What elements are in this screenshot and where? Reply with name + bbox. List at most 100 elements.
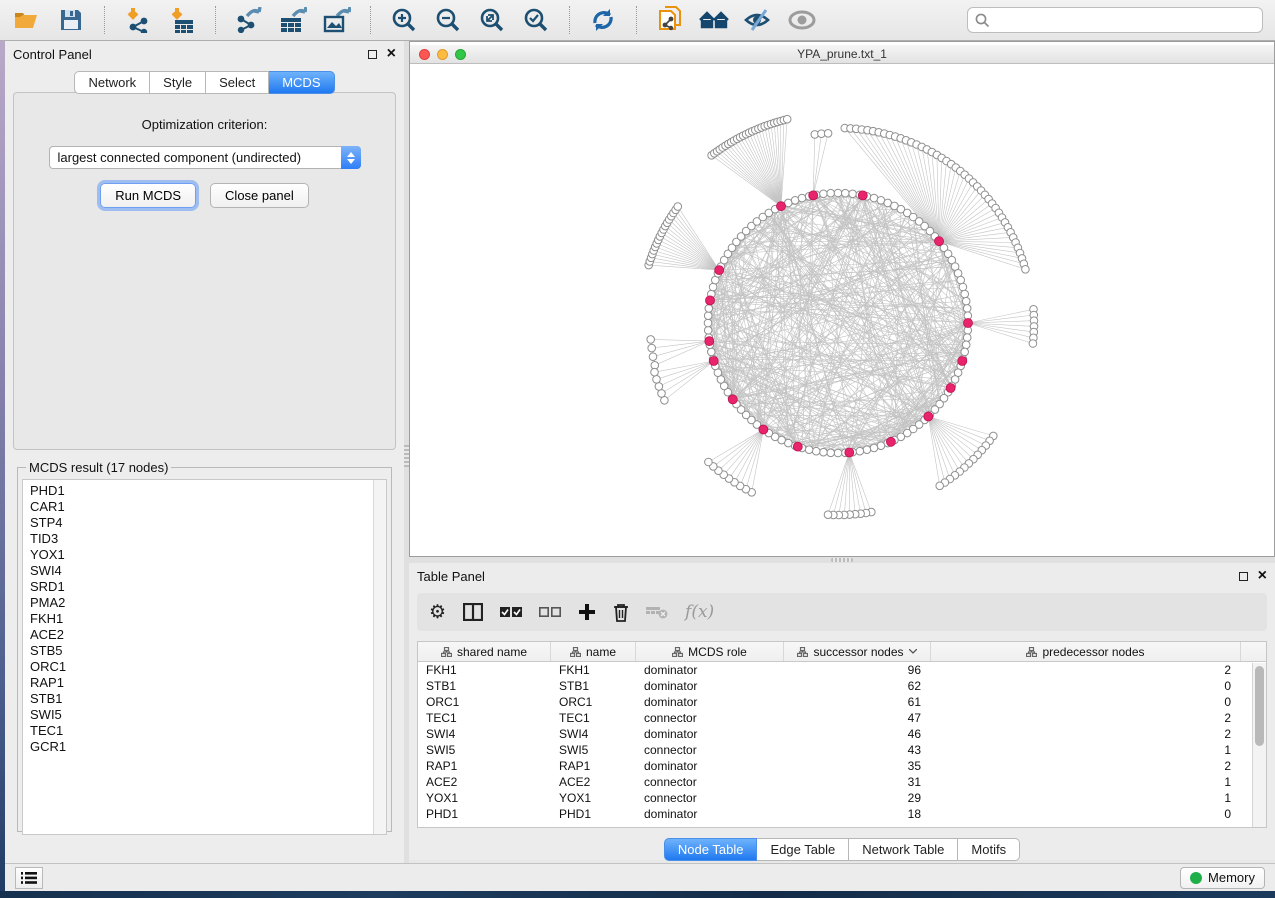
task-history-button[interactable] xyxy=(15,867,43,889)
table-cell[interactable]: YOX1 xyxy=(551,791,636,805)
delete-column-icon[interactable] xyxy=(613,603,629,622)
table-cell[interactable]: 0 xyxy=(931,807,1241,821)
table-cell[interactable]: YOX1 xyxy=(418,791,551,805)
table-row[interactable]: FKH1FKH1dominator962 xyxy=(418,662,1266,678)
mcds-result-list[interactable]: PHD1CAR1STP4TID3YOX1SWI4SRD1PMA2FKH1ACE2… xyxy=(22,479,387,835)
clone-network-icon[interactable] xyxy=(655,5,685,35)
table-cell[interactable]: dominator xyxy=(636,727,784,741)
table-scrollbar[interactable] xyxy=(1252,663,1266,827)
table-cell[interactable]: SWI5 xyxy=(551,743,636,757)
add-column-icon[interactable] xyxy=(578,603,596,621)
tab-edge-table[interactable]: Edge Table xyxy=(757,838,849,861)
table-cell[interactable]: SWI5 xyxy=(418,743,551,757)
mcds-result-item[interactable]: YOX1 xyxy=(30,547,386,563)
table-row[interactable]: YOX1YOX1connector291 xyxy=(418,790,1266,806)
table-cell[interactable]: 2 xyxy=(931,663,1241,677)
table-cell[interactable]: SWI4 xyxy=(418,727,551,741)
mcds-result-item[interactable]: SRD1 xyxy=(30,579,386,595)
column-header-successor-nodes[interactable]: successor nodes xyxy=(784,642,931,661)
column-header-MCDS-role[interactable]: MCDS role xyxy=(636,642,784,661)
table-cell[interactable]: dominator xyxy=(636,807,784,821)
table-cell[interactable]: dominator xyxy=(636,679,784,693)
mcds-result-item[interactable]: RAP1 xyxy=(30,675,386,691)
table-cell[interactable]: STB1 xyxy=(551,679,636,693)
table-cell[interactable]: connector xyxy=(636,743,784,757)
close-panel-icon[interactable]: × xyxy=(387,46,396,62)
table-cell[interactable]: ORC1 xyxy=(418,695,551,709)
table-cell[interactable]: FKH1 xyxy=(551,663,636,677)
import-network-icon[interactable] xyxy=(123,5,153,35)
tab-node-table[interactable]: Node Table xyxy=(664,838,758,861)
table-cell[interactable]: ACE2 xyxy=(418,775,551,789)
zoom-in-icon[interactable] xyxy=(389,5,419,35)
memory-button[interactable]: Memory xyxy=(1180,867,1265,889)
table-cell[interactable]: PHD1 xyxy=(551,807,636,821)
mcds-result-item[interactable]: ORC1 xyxy=(30,659,386,675)
mcds-result-item[interactable]: FKH1 xyxy=(30,611,386,627)
table-row[interactable]: RAP1RAP1dominator352 xyxy=(418,758,1266,774)
table-cell[interactable]: 47 xyxy=(784,711,931,725)
table-cell[interactable]: 0 xyxy=(931,679,1241,693)
mcds-result-item[interactable]: PMA2 xyxy=(30,595,386,611)
mcds-result-item[interactable]: TID3 xyxy=(30,531,386,547)
tab-style[interactable]: Style xyxy=(150,71,206,94)
table-cell[interactable]: 2 xyxy=(931,711,1241,725)
close-panel-icon[interactable]: × xyxy=(1258,568,1267,584)
mcds-result-item[interactable]: PHD1 xyxy=(30,483,386,499)
table-cell[interactable]: 62 xyxy=(784,679,931,693)
table-cell[interactable]: ORC1 xyxy=(551,695,636,709)
table-cell[interactable]: FKH1 xyxy=(418,663,551,677)
table-cell[interactable]: dominator xyxy=(636,695,784,709)
refresh-layout-icon[interactable] xyxy=(588,5,618,35)
table-cell[interactable]: 43 xyxy=(784,743,931,757)
table-row[interactable]: TEC1TEC1connector472 xyxy=(418,710,1266,726)
table-cell[interactable]: 1 xyxy=(931,791,1241,805)
table-cell[interactable]: dominator xyxy=(636,759,784,773)
column-icon[interactable] xyxy=(463,603,483,621)
table-cell[interactable]: 0 xyxy=(931,695,1241,709)
search-box[interactable] xyxy=(967,7,1263,33)
table-cell[interactable]: ACE2 xyxy=(551,775,636,789)
mcds-result-item[interactable]: STB5 xyxy=(30,643,386,659)
float-panel-icon[interactable] xyxy=(368,50,377,59)
table-cell[interactable]: RAP1 xyxy=(418,759,551,773)
search-input[interactable] xyxy=(995,13,1255,28)
run-mcds-button[interactable]: Run MCDS xyxy=(100,183,196,208)
network-manager-icon[interactable] xyxy=(699,5,729,35)
table-cell[interactable]: 31 xyxy=(784,775,931,789)
mcds-result-item[interactable]: STB1 xyxy=(30,691,386,707)
table-row[interactable]: ORC1ORC1dominator610 xyxy=(418,694,1266,710)
birdseye-view-icon[interactable] xyxy=(787,5,817,35)
save-session-icon[interactable] xyxy=(56,5,86,35)
export-table-icon[interactable] xyxy=(278,5,308,35)
table-cell[interactable]: TEC1 xyxy=(418,711,551,725)
tab-mcds[interactable]: MCDS xyxy=(269,71,334,94)
mcds-result-item[interactable]: SWI5 xyxy=(30,707,386,723)
close-panel-button[interactable]: Close panel xyxy=(210,183,309,208)
mcds-result-item[interactable]: CAR1 xyxy=(30,499,386,515)
column-header-predecessor-nodes[interactable]: predecessor nodes xyxy=(931,642,1241,661)
table-cell[interactable]: connector xyxy=(636,711,784,725)
zoom-fit-icon[interactable] xyxy=(477,5,507,35)
table-cell[interactable]: 18 xyxy=(784,807,931,821)
table-cell[interactable]: 35 xyxy=(784,759,931,773)
table-row[interactable]: ACE2ACE2connector311 xyxy=(418,774,1266,790)
export-network-icon[interactable] xyxy=(234,5,264,35)
table-cell[interactable]: 2 xyxy=(931,759,1241,773)
table-scrollbar-thumb[interactable] xyxy=(1255,666,1264,746)
table-cell[interactable]: 2 xyxy=(931,727,1241,741)
table-cell[interactable]: TEC1 xyxy=(551,711,636,725)
tab-network[interactable]: Network xyxy=(74,71,150,94)
export-image-icon[interactable] xyxy=(322,5,352,35)
open-file-icon[interactable] xyxy=(12,5,42,35)
network-graph-canvas[interactable] xyxy=(410,64,1274,556)
tab-select[interactable]: Select xyxy=(206,71,269,94)
table-cell[interactable]: 1 xyxy=(931,743,1241,757)
column-header-name[interactable]: name xyxy=(551,642,636,661)
optimization-criterion-select[interactable]: largest connected component (undirected) xyxy=(49,146,361,169)
mcds-result-item[interactable]: GCR1 xyxy=(30,739,386,755)
table-cell[interactable]: dominator xyxy=(636,663,784,677)
table-cell[interactable]: 96 xyxy=(784,663,931,677)
table-cell[interactable]: PHD1 xyxy=(418,807,551,821)
table-row[interactable]: SWI4SWI4dominator462 xyxy=(418,726,1266,742)
